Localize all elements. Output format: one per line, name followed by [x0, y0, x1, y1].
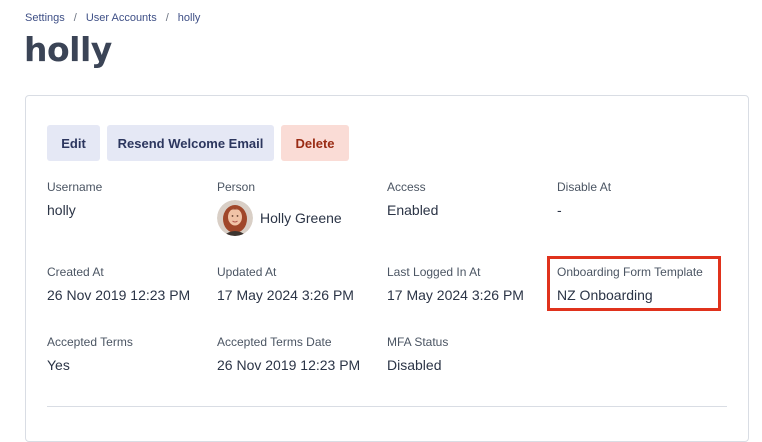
resend-welcome-email-button[interactable]: Resend Welcome Email [107, 125, 274, 161]
disable-at-field: Disable At - [557, 180, 611, 218]
last-logged-in-label: Last Logged In At [387, 265, 481, 279]
accepted-terms-date-value: 26 Nov 2019 12:23 PM [217, 357, 361, 373]
disable-at-value: - [557, 202, 562, 218]
username-field: Username holly [47, 180, 102, 218]
breadcrumb: Settings / User Accounts / holly [25, 12, 200, 24]
mfa-status-value: Disabled [387, 357, 442, 373]
user-details-card: Edit Resend Welcome Email Delete Usernam… [25, 95, 749, 442]
access-value: Enabled [387, 202, 439, 218]
username-value: holly [47, 202, 76, 218]
avatar [217, 200, 253, 236]
access-label: Access [387, 180, 426, 194]
disable-at-label: Disable At [557, 180, 612, 194]
accepted-terms-label: Accepted Terms [47, 335, 133, 349]
updated-at-label: Updated At [217, 265, 277, 279]
mfa-status-field: MFA Status Disabled [387, 335, 448, 373]
breadcrumb-separator: / [73, 12, 77, 24]
delete-button[interactable]: Delete [281, 125, 349, 161]
person-link[interactable]: Holly Greene [217, 200, 342, 236]
accepted-terms-date-field: Accepted Terms Date 26 Nov 2019 12:23 PM [217, 335, 360, 373]
breadcrumb-separator: / [165, 12, 169, 24]
updated-at-field: Updated At 17 May 2024 3:26 PM [217, 265, 354, 303]
access-field: Access Enabled [387, 180, 438, 218]
mfa-status-label: MFA Status [387, 335, 449, 349]
person-label: Person [217, 180, 256, 194]
edit-button[interactable]: Edit [47, 125, 100, 161]
created-at-field: Created At 26 Nov 2019 12:23 PM [47, 265, 190, 303]
breadcrumb-settings-link[interactable]: Settings [25, 12, 65, 24]
created-at-value: 26 Nov 2019 12:23 PM [47, 287, 191, 303]
section-divider [47, 406, 727, 407]
accepted-terms-value: Yes [47, 357, 70, 373]
onboarding-template-highlight-box [547, 256, 721, 311]
accepted-terms-field: Accepted Terms Yes [47, 335, 133, 373]
last-logged-in-field: Last Logged In At 17 May 2024 3:26 PM [387, 265, 524, 303]
person-field: Person Holly Greene [217, 180, 342, 236]
created-at-label: Created At [47, 265, 104, 279]
updated-at-value: 17 May 2024 3:26 PM [217, 287, 354, 303]
accepted-terms-date-label: Accepted Terms Date [217, 335, 332, 349]
page-title: holly [24, 30, 112, 69]
breadcrumb-user-accounts-link[interactable]: User Accounts [86, 12, 157, 24]
username-label: Username [47, 180, 103, 194]
breadcrumb-current-user-link[interactable]: holly [178, 12, 201, 24]
last-logged-in-value: 17 May 2024 3:26 PM [387, 287, 524, 303]
person-name: Holly Greene [260, 210, 342, 226]
